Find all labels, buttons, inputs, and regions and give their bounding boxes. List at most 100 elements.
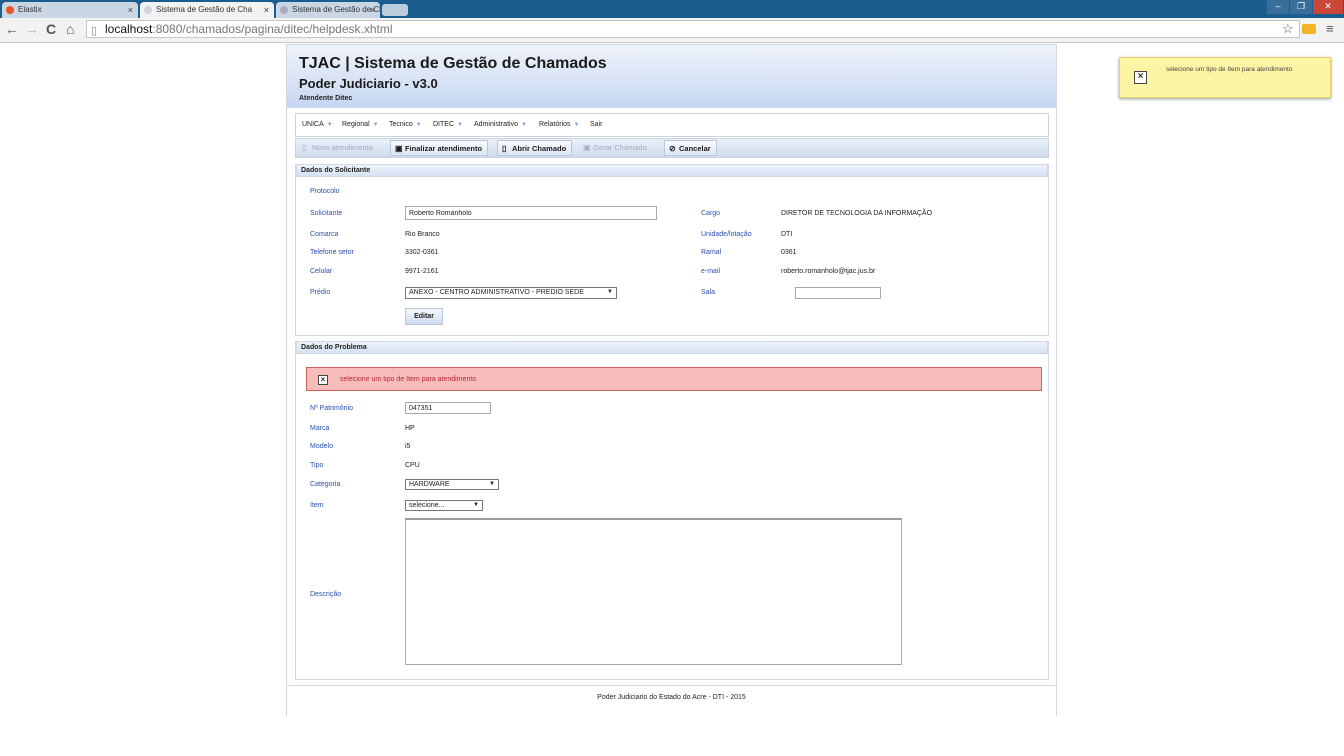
protocolo-label: Protocolo — [310, 188, 340, 195]
marca-value: HP — [405, 425, 415, 432]
growl-message: selecione um tipo de Item para atendimen… — [1166, 66, 1293, 73]
error-message-box: × selecione um tipo de Item para atendim… — [306, 367, 1042, 391]
menu-unica[interactable]: UNICA ▼ — [302, 121, 333, 128]
main-menu: UNICA ▼ Regional ▼ Tecnico ▼ DITEC ▼ Adminis… — [295, 113, 1049, 137]
cancel-icon: ⊘ — [669, 144, 676, 153]
menu-label: Tecnico — [389, 121, 413, 128]
item-select[interactable]: selecione... ▼ — [405, 500, 483, 511]
document-icon: ▯ — [502, 144, 507, 153]
comarca-value: Rio Branco — [405, 231, 440, 238]
button-label: Finalizar atendimento — [405, 144, 483, 153]
back-arrow-icon[interactable]: ← — [5, 21, 19, 37]
chevron-down-icon: ▼ — [473, 502, 479, 508]
footer: Poder Judiciario do Estado do Acre - DTI… — [287, 685, 1056, 716]
menu-label: Relatórios — [539, 121, 571, 128]
menu-icon[interactable]: ≡ — [1326, 21, 1334, 37]
solicitante-heading: Dados do Solicitante — [296, 164, 1048, 177]
bookmark-star-icon[interactable]: ☆ — [1282, 21, 1294, 37]
celular-value: 9971-2161 — [405, 268, 439, 275]
chevron-down-icon: ▼ — [573, 122, 580, 128]
descricao-textarea[interactable] — [405, 518, 902, 665]
menu-tecnico[interactable]: Tecnico ▼ — [389, 121, 422, 128]
modelo-label: Modelo — [310, 443, 333, 450]
cargo-value: DIRETOR DE TECNOLOGIA DA INFORMAÇÃO — [781, 210, 933, 217]
problema-heading: Dados do Problema — [296, 341, 1048, 354]
browser-tab-active[interactable]: Sistema de Gestão de Cha × — [140, 2, 274, 18]
sala-label: Sala — [701, 289, 716, 296]
solicitante-input[interactable] — [405, 206, 657, 220]
browser-tab-elastix[interactable]: Elastix × — [2, 2, 138, 18]
categoria-select[interactable]: HARDWARE ▼ — [405, 479, 499, 490]
page-favicon-icon — [144, 6, 152, 14]
elastix-favicon-icon — [6, 6, 14, 14]
home-icon[interactable]: ⌂ — [66, 21, 74, 37]
celular-label: Celular — [310, 268, 333, 275]
error-message: selecione um tipo de Item para atendimen… — [340, 376, 477, 383]
ramal-value: 0361 — [781, 249, 797, 256]
editar-button[interactable]: Editar — [405, 308, 443, 325]
patrimonio-label: Nº Patrimônio — [310, 405, 354, 412]
document-icon: ▯ — [302, 143, 307, 152]
close-tab-icon[interactable]: × — [128, 2, 133, 18]
url-field[interactable]: ▯ localhost:8080/chamados/pagina/ditec/h… — [86, 20, 1300, 38]
cargo-label: Cargo — [701, 210, 721, 217]
abrir-chamado-button[interactable]: ▯ Abrir Chamado — [497, 140, 573, 156]
close-tab-icon[interactable]: × — [370, 2, 375, 18]
current-user: Atendente Ditec — [299, 95, 353, 102]
close-tab-icon[interactable]: × — [264, 2, 269, 18]
ramal-label: Ramal — [701, 249, 722, 256]
predio-label: Prédio — [310, 289, 331, 296]
app-container: TJAC | Sistema de Gestão de Chamados Pod… — [286, 44, 1057, 716]
sala-input[interactable] — [795, 287, 881, 299]
action-toolbar: ▯ Novo atendimento ▣ Finalizar atendimento… — [295, 138, 1049, 158]
chevron-down-icon: ▼ — [326, 122, 333, 128]
url-host: localhost — [105, 22, 153, 36]
extension-icon[interactable] — [1302, 24, 1316, 34]
solicitante-label: Solicitante — [310, 210, 343, 217]
new-tab-button[interactable] — [382, 4, 408, 16]
novo-atendimento-button[interactable]: ▯ Novo atendimento — [298, 140, 378, 156]
chevron-down-icon: ▼ — [607, 289, 613, 295]
patrimonio-input[interactable] — [405, 402, 491, 414]
minimize-icon[interactable]: – — [1267, 0, 1289, 14]
tab-label: Sistema de Gestão de Cha — [292, 5, 380, 14]
tipo-label: Tipo — [310, 462, 324, 469]
error-close-icon: × — [318, 375, 328, 385]
menu-administrativo[interactable]: Administrativo ▼ — [474, 121, 527, 128]
cancelar-button[interactable]: ⊘ Cancelar — [664, 140, 717, 156]
email-label: e-mail — [701, 268, 721, 275]
solicitante-panel: Dados do Solicitante Protocolo Solicitan… — [295, 164, 1049, 336]
menu-sair[interactable]: Sair — [590, 121, 602, 128]
chevron-down-icon: ▼ — [489, 481, 495, 487]
browser-tab-third[interactable]: Sistema de Gestão de Cha × — [276, 2, 380, 18]
unidade-value: DTI — [781, 231, 793, 238]
maximize-icon[interactable]: ❐ — [1290, 0, 1312, 14]
save-icon: ▣ — [583, 143, 591, 152]
gerar-chamado-button[interactable]: ▣ Gerar Chamado — [579, 140, 652, 156]
button-label: Abrir Chamado — [512, 144, 567, 153]
problema-panel: Dados do Problema × selecione um tipo de… — [295, 341, 1049, 680]
reload-icon[interactable]: C — [46, 21, 56, 37]
page-title: TJAC | Sistema de Gestão de Chamados — [299, 55, 607, 72]
button-label: Cancelar — [679, 144, 711, 153]
chevron-down-icon: ▼ — [372, 122, 379, 128]
menu-ditec[interactable]: DITEC ▼ — [433, 121, 463, 128]
tipo-value: CPU — [405, 462, 420, 469]
notification-close-icon[interactable]: × — [1134, 71, 1147, 84]
unidade-label: Unidade/lotação — [701, 231, 752, 238]
menu-label: Administrativo — [474, 121, 518, 128]
finalizar-atendimento-button[interactable]: ▣ Finalizar atendimento — [390, 140, 489, 156]
address-bar: ← → C ⌂ ▯ localhost:8080/chamados/pagina… — [0, 18, 1344, 43]
menu-relatorios[interactable]: Relatórios ▼ — [539, 121, 579, 128]
chevron-down-icon: ▼ — [520, 122, 527, 128]
button-label: Gerar Chamado — [593, 143, 647, 152]
page-icon: ▯ — [91, 25, 98, 37]
browser-tab-bar: Elastix × Sistema de Gestão de Cha × Sis… — [0, 0, 1344, 18]
item-selected-value: selecione... — [409, 502, 445, 509]
predio-select[interactable]: ANEXO - CENTRO ADMINISTRATIVO - PREDIO S… — [405, 287, 617, 299]
close-window-icon[interactable]: ✕ — [1313, 0, 1343, 14]
page-subtitle: Poder Judiciario - v3.0 — [299, 76, 438, 91]
menu-regional[interactable]: Regional ▼ — [342, 121, 379, 128]
forward-arrow-icon[interactable]: → — [25, 21, 39, 37]
growl-notification: × selecione um tipo de Item para atendim… — [1119, 57, 1331, 98]
